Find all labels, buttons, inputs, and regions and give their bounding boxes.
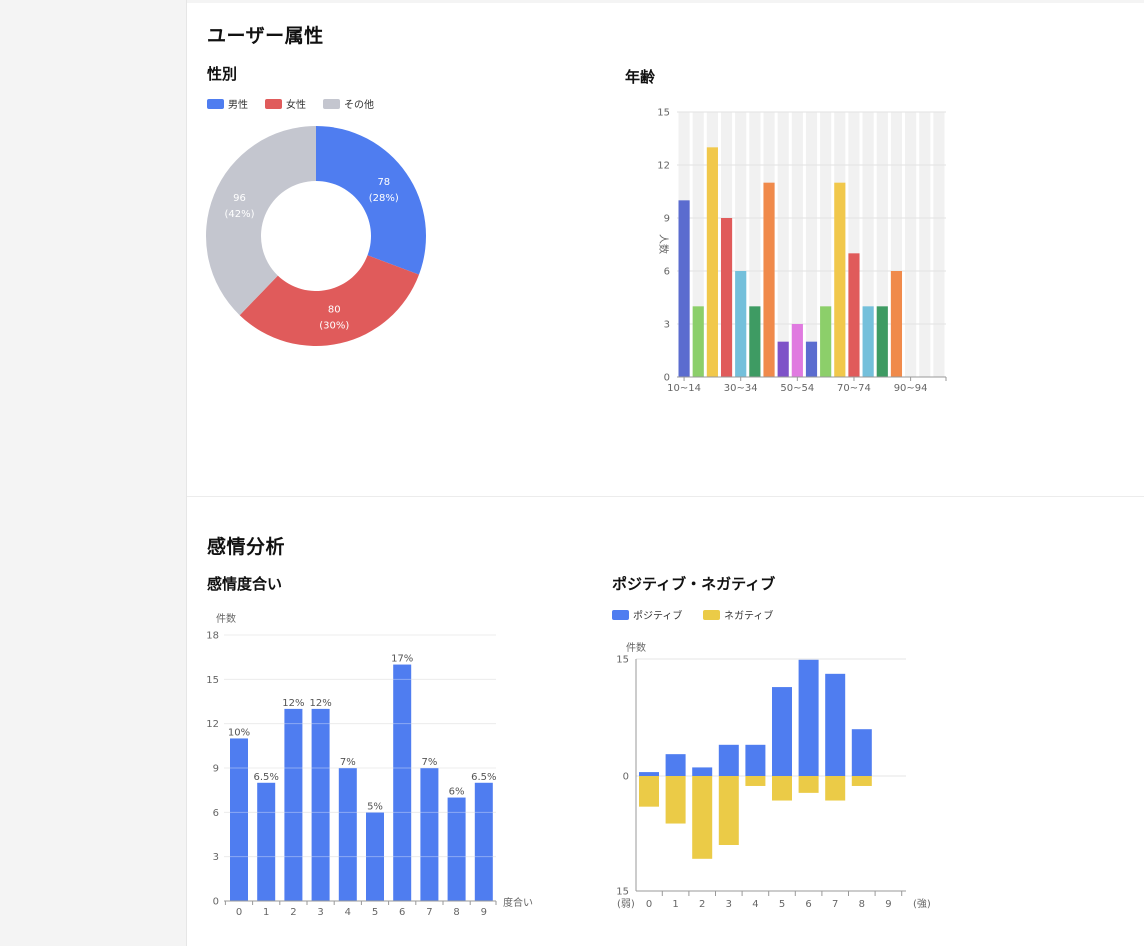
x-tick-label: 0 xyxy=(646,899,652,910)
bar-positive xyxy=(718,744,739,776)
posneg-bar-chart: ポジティブ ネガティブ件数150150 1 2 3 4 5 6 7 8 9(弱) (強) xyxy=(612,609,931,910)
bar-positive xyxy=(851,729,872,776)
bar-negative xyxy=(745,776,766,786)
x-tick-label: 4 xyxy=(752,899,758,910)
bar-positive xyxy=(745,744,766,776)
legend-label: ネガティブ xyxy=(724,609,773,622)
y-tick-label: 15 xyxy=(616,887,629,898)
bar-negative xyxy=(692,776,713,859)
x-tick-label: 7 xyxy=(832,899,838,910)
bar-positive xyxy=(772,687,792,776)
bar-positive xyxy=(665,754,686,776)
y-axis-label: 件数 xyxy=(626,641,646,654)
x-tick-label: 5 xyxy=(779,899,785,910)
bar-positive xyxy=(798,659,819,776)
x-tick-label: 1 xyxy=(672,899,678,910)
y-tick-label: 15 xyxy=(616,655,629,666)
bar-negative xyxy=(825,776,846,801)
x-tick-label: 2 xyxy=(699,899,705,910)
x-axis-left-label: (弱) xyxy=(617,898,635,910)
bar-negative xyxy=(798,776,819,793)
bar-positive xyxy=(825,673,846,776)
x-axis-right-label: (強) xyxy=(913,897,931,910)
x-tick-label: 8 xyxy=(859,899,865,910)
y-tick-label: 0 xyxy=(623,772,629,783)
legend-swatch xyxy=(612,610,629,620)
bar-positive xyxy=(692,767,713,776)
bar-negative xyxy=(665,776,686,824)
bar-negative xyxy=(639,776,659,807)
bar-negative xyxy=(851,776,872,786)
x-tick-label: 9 xyxy=(885,899,891,910)
bar-negative xyxy=(718,776,739,845)
x-tick-label: 6 xyxy=(805,899,811,910)
bar-positive xyxy=(639,772,659,776)
legend-label: ポジティブ xyxy=(633,609,682,622)
bar-negative xyxy=(772,776,792,801)
x-tick-label: 3 xyxy=(726,899,732,910)
legend-swatch xyxy=(703,610,720,620)
